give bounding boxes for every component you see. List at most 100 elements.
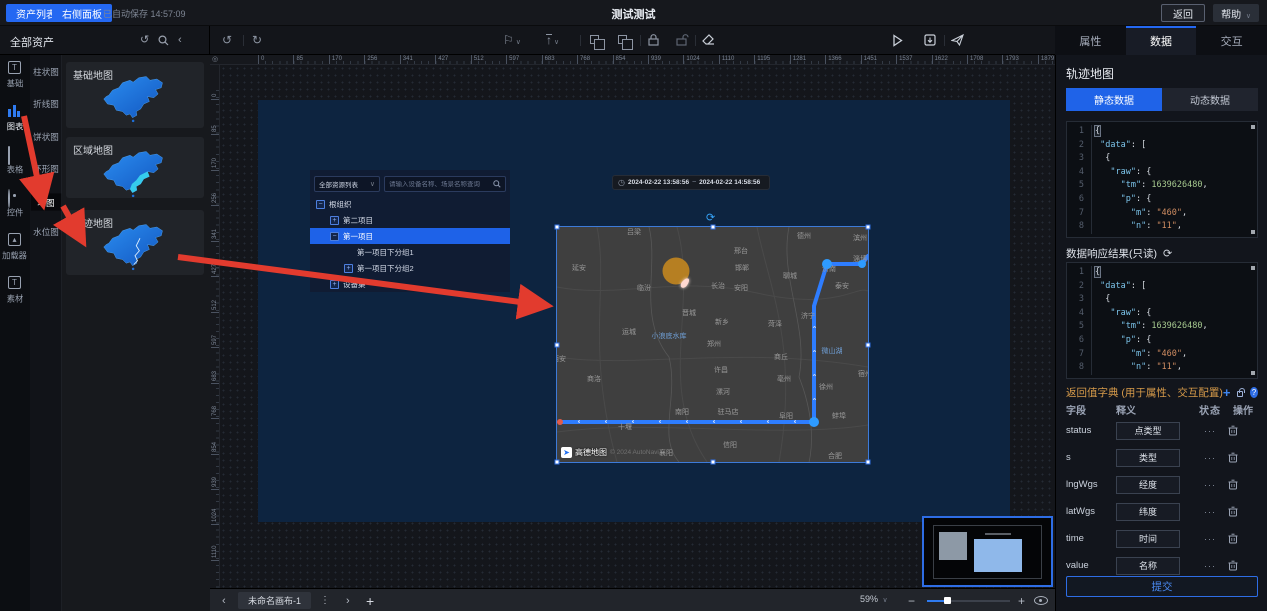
help-button[interactable]: 帮助 ∨ (1213, 4, 1259, 22)
meaning-input[interactable]: 纬度 (1116, 503, 1180, 521)
static-data-editor[interactable]: 1{2 "data": [3 {4 "raw": {5 "tm": 163962… (1066, 121, 1258, 238)
submit-button[interactable]: 提交 (1066, 576, 1258, 597)
expand-box-icon[interactable]: + (344, 264, 353, 273)
delete-field-icon[interactable] (1228, 560, 1258, 571)
expand-box-icon[interactable]: + (330, 280, 339, 289)
lock-fields-icon[interactable] (1237, 391, 1243, 397)
eraser-icon[interactable] (702, 34, 715, 46)
back-button[interactable]: 返回 (1161, 4, 1205, 22)
category-item-基础[interactable]: T基础 (0, 55, 30, 98)
zoom-slider-handle[interactable] (944, 597, 951, 604)
date-range-picker[interactable]: ◷ 2024-02-22 13:58:56 ~ 2024-02-22 14:58… (612, 175, 770, 190)
subcategory-item-地图[interactable]: 地图 (31, 193, 61, 210)
selection-handle[interactable] (555, 342, 560, 347)
page-more-icon[interactable]: ⋮ (320, 589, 330, 611)
selection-handle[interactable] (555, 225, 560, 230)
subcategory-item-柱状图[interactable]: 柱状图 (31, 62, 61, 79)
tab-属性[interactable]: 属性 (1055, 26, 1126, 55)
meaning-input[interactable]: 经度 (1116, 476, 1180, 494)
save-icon[interactable] (924, 34, 936, 46)
meaning-input[interactable]: 名称 (1116, 557, 1180, 575)
category-item-控件[interactable]: 控件 (0, 184, 30, 227)
play-icon[interactable] (892, 34, 903, 47)
zoom-slider[interactable] (927, 600, 1010, 602)
category-item-表格[interactable]: 表格 (0, 141, 30, 184)
prev-page-button[interactable]: ‹ (222, 589, 226, 611)
unlock-icon[interactable] (676, 34, 689, 46)
tree-item-第一项目下分组2[interactable]: +第一项目下分组2 (310, 260, 510, 276)
align-top-icon[interactable]: ↑∨ (546, 33, 559, 50)
zoom-out-button[interactable]: − (908, 589, 915, 611)
status-dots[interactable]: ··· (1192, 507, 1228, 517)
ruler-eye-icon[interactable]: ◎ (210, 55, 220, 65)
canvas-page-tab[interactable]: 未命名画布-1 (238, 592, 311, 609)
tree-item-第一项目下分组1[interactable]: 第一项目下分组1 (310, 244, 510, 260)
history-icon[interactable]: ↺ (140, 34, 149, 46)
tree-item-第一项目[interactable]: −第一项目 (310, 228, 510, 244)
meaning-input[interactable]: 时间 (1116, 530, 1180, 548)
undo-icon[interactable]: ↺ (222, 33, 232, 47)
selection-handle[interactable] (866, 225, 871, 230)
refresh-icon[interactable]: ⟳ (1163, 247, 1172, 260)
tree-item-第二项目[interactable]: +第二项目 (310, 212, 510, 228)
selection-handle[interactable] (866, 342, 871, 347)
subcategory-item-环形图[interactable]: 环形图 (31, 159, 61, 176)
tab-交互[interactable]: 交互 (1196, 26, 1267, 55)
add-field-icon[interactable]: + (1223, 385, 1231, 400)
subcategory-item-饼状图[interactable]: 饼状图 (31, 127, 61, 144)
redo-icon[interactable]: ↻ (252, 33, 262, 47)
selection-handle[interactable] (710, 460, 715, 465)
search-icon[interactable] (158, 35, 169, 46)
lock-icon[interactable] (648, 34, 659, 46)
status-dots[interactable]: ··· (1192, 534, 1228, 544)
data-mode-静态数据[interactable]: 静态数据 (1066, 88, 1162, 111)
expand-box-icon[interactable]: + (330, 216, 339, 225)
delete-field-icon[interactable] (1228, 479, 1258, 490)
delete-field-icon[interactable] (1228, 452, 1258, 463)
search-icon[interactable] (493, 180, 501, 188)
meaning-input[interactable]: 类型 (1116, 449, 1180, 467)
flag-icon[interactable]: ⚐∨ (503, 33, 521, 50)
asset-card-轨迹地图[interactable]: 轨迹地图 (66, 210, 204, 275)
resource-filter-dropdown[interactable]: 全部资源列表 ∨ (314, 176, 380, 192)
status-dots[interactable]: ··· (1192, 561, 1228, 571)
canvas-stage[interactable]: 全部资源列表 ∨ −根组织+第二项目−第一项目第一项目下分组1+第一项目下分组2… (220, 65, 1055, 588)
status-dots[interactable]: ··· (1192, 426, 1228, 436)
subcategory-item-水位图[interactable]: 水位图 (31, 222, 61, 239)
minimap[interactable] (922, 516, 1053, 587)
tree-item-设备集[interactable]: +设备集 (310, 276, 510, 292)
category-item-图表[interactable]: 图表 (0, 98, 30, 141)
delete-field-icon[interactable] (1228, 425, 1258, 436)
rotate-handle-icon[interactable]: ⟳ (706, 211, 715, 224)
meaning-input[interactable]: 点类型 (1116, 422, 1180, 440)
collapse-box-icon[interactable]: − (330, 232, 339, 241)
zoom-in-button[interactable]: + (1018, 589, 1025, 611)
category-item-加载器[interactable]: ▴加载器 (0, 227, 30, 270)
device-search-input[interactable] (389, 181, 493, 188)
next-page-button[interactable]: › (346, 589, 350, 611)
selection-handle[interactable] (710, 225, 715, 230)
data-mode-动态数据[interactable]: 动态数据 (1162, 88, 1258, 111)
device-tree-component[interactable]: 全部资源列表 ∨ −根组织+第二项目−第一项目第一项目下分组1+第一项目下分组2… (310, 170, 510, 292)
selection-handle[interactable] (866, 460, 871, 465)
zoom-level-select[interactable]: 59% ∨ (860, 594, 888, 604)
delete-field-icon[interactable] (1228, 506, 1258, 517)
help-circle-icon[interactable]: ? (1250, 387, 1258, 398)
asset-card-基础地图[interactable]: 基础地图 (66, 62, 204, 128)
preview-eye-icon[interactable] (1034, 589, 1048, 611)
selection-handle[interactable] (555, 460, 560, 465)
status-dots[interactable]: ··· (1192, 453, 1228, 463)
add-page-button[interactable]: + (366, 589, 374, 611)
subcategory-item-折线图[interactable]: 折线图 (31, 94, 61, 111)
duplicate-icon[interactable] (618, 35, 627, 44)
collapse-icon[interactable]: ‹ (178, 34, 182, 46)
tab-数据[interactable]: 数据 (1126, 26, 1197, 55)
status-dots[interactable]: ··· (1192, 480, 1228, 490)
track-map-component[interactable]: 吕梁延安临汾长治邢台邯郸聊城德州滨州淄博济南泰安安阳晋城新乡菏泽济宁运城郑州商丘… (557, 227, 868, 462)
response-result-editor[interactable]: 1{2 "data": [3 {4 "raw": {5 "tm": 163962… (1066, 262, 1258, 379)
collapse-box-icon[interactable]: − (316, 200, 325, 209)
group-icon[interactable] (590, 35, 599, 44)
category-item-素材[interactable]: T素材 (0, 270, 30, 313)
asset-card-区域地图[interactable]: 区域地图 (66, 137, 204, 198)
tree-item-根组织[interactable]: −根组织 (310, 196, 510, 212)
